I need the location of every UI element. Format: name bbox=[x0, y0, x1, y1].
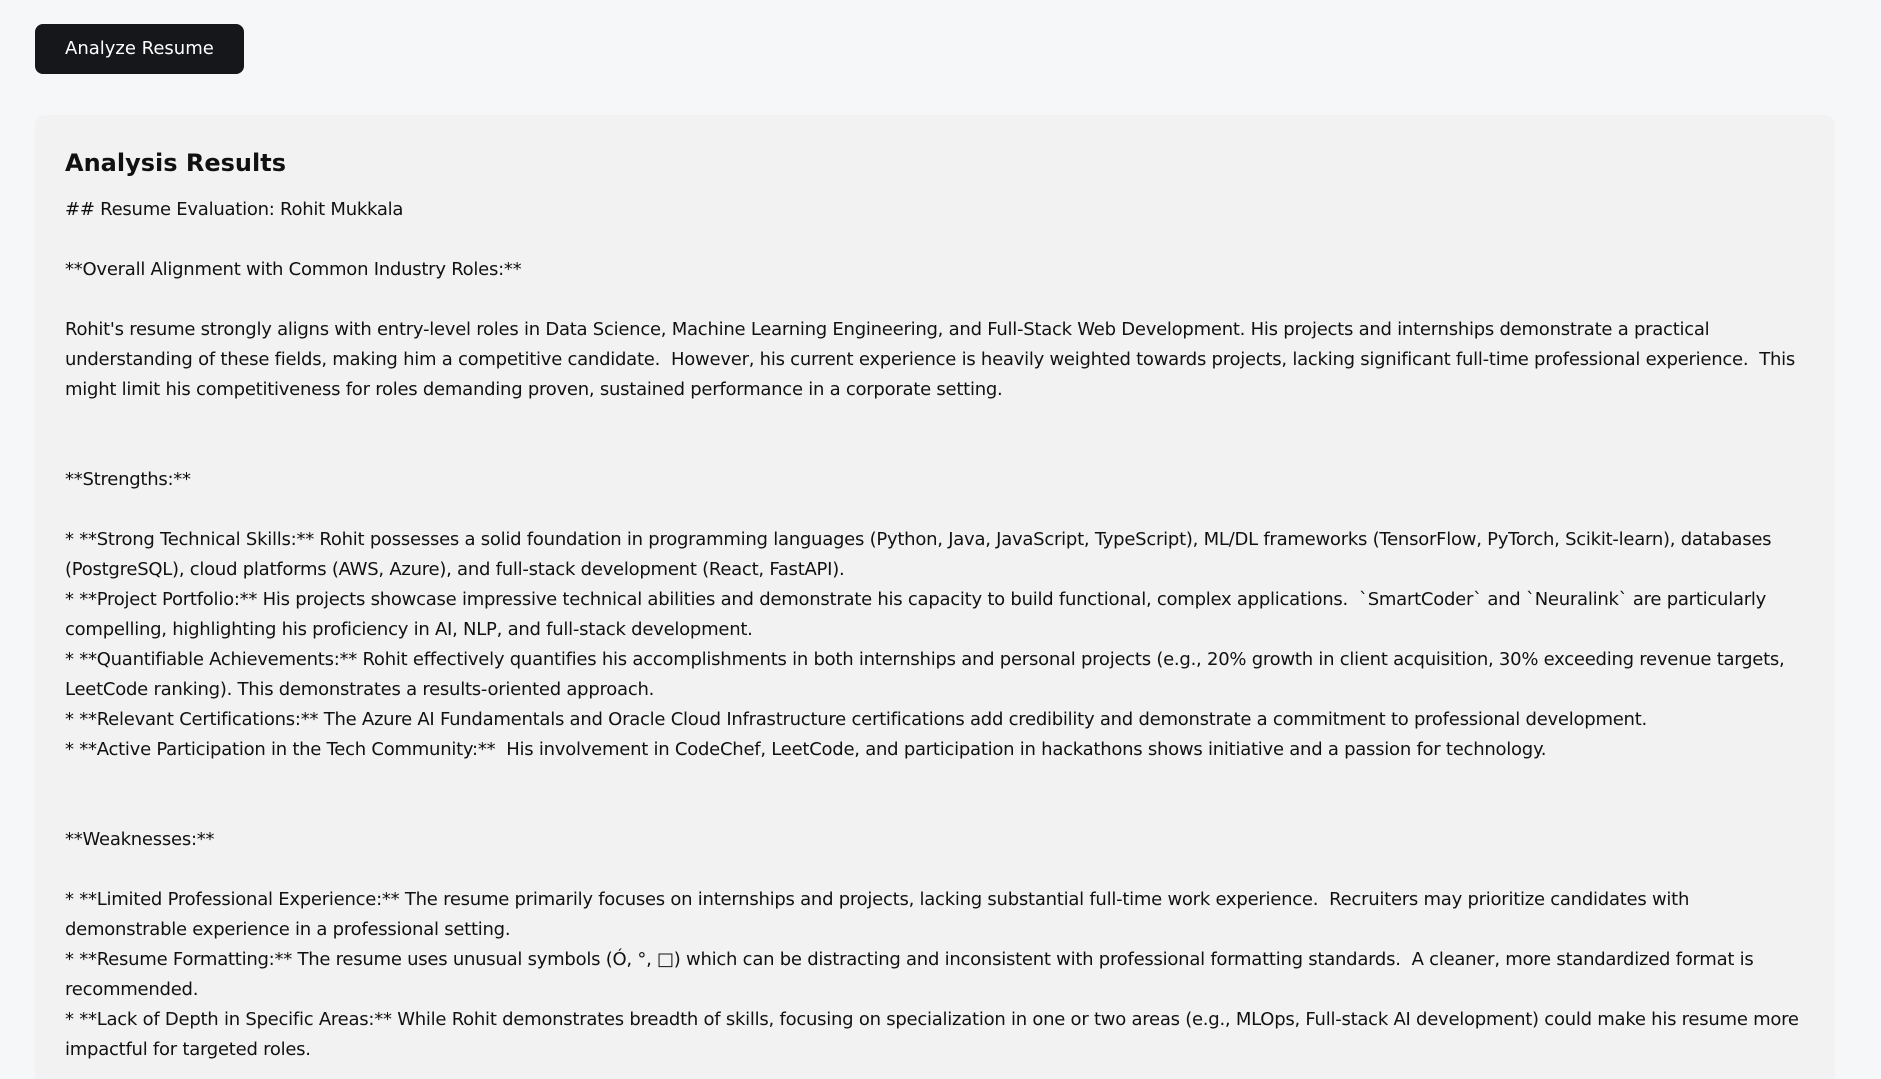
analysis-results-panel: Analysis Results ## Resume Evaluation: R… bbox=[35, 115, 1835, 1079]
analyze-resume-button[interactable]: Analyze Resume bbox=[35, 24, 244, 74]
results-body-text: ## Resume Evaluation: Rohit Mukkala **Ov… bbox=[65, 199, 1799, 1060]
results-title: Analysis Results bbox=[65, 149, 286, 177]
page: Analyze Resume Analysis Results ## Resum… bbox=[0, 0, 1881, 1079]
